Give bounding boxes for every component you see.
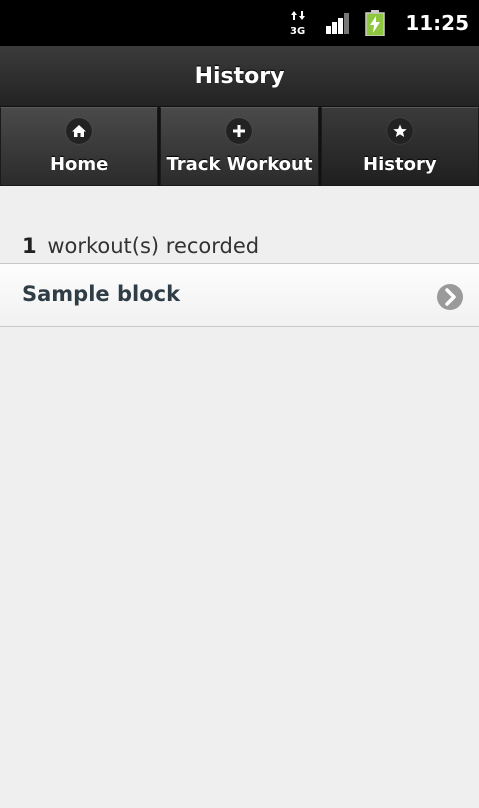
- page-header: History: [0, 46, 479, 107]
- workout-count: 1: [22, 234, 37, 258]
- 3g-network-icon: 3G: [290, 11, 306, 36]
- tab-history-label: History: [363, 154, 437, 175]
- list-item[interactable]: Sample block: [0, 263, 479, 327]
- tab-bar: Home Track Workout History: [0, 107, 479, 186]
- workout-count-text: workout(s) recorded: [47, 234, 260, 258]
- status-icons: 3G 11:25: [289, 0, 479, 46]
- tab-history[interactable]: History: [320, 107, 479, 186]
- workout-name: Sample block: [22, 282, 181, 306]
- status-bar: 3G 11:25: [0, 0, 479, 46]
- signal-strength-icon: [326, 13, 350, 34]
- chevron-right-icon: [437, 284, 463, 310]
- battery-charging-icon: [365, 10, 386, 36]
- tab-home[interactable]: Home: [0, 107, 159, 186]
- page-title: History: [194, 63, 285, 89]
- home-icon: [66, 118, 93, 144]
- star-icon: [386, 118, 413, 144]
- svg-text:3G: 3G: [290, 26, 305, 36]
- plus-icon: [226, 118, 253, 144]
- status-clock: 11:25: [405, 11, 469, 35]
- tab-home-label: Home: [49, 154, 109, 175]
- workout-count-summary: 1 workout(s) recorded: [22, 234, 259, 258]
- tab-track-workout-label: Track Workout: [166, 154, 313, 175]
- tab-track-workout[interactable]: Track Workout: [160, 107, 319, 186]
- workout-list: Sample block: [0, 263, 479, 327]
